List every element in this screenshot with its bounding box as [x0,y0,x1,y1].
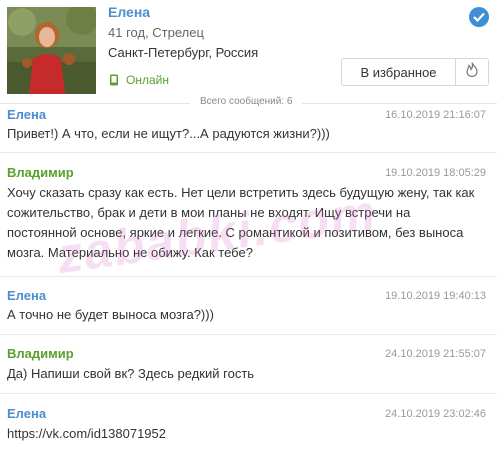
profile-header: Елена 41 год, Стрелец Санкт-Петербург, Р… [0,0,497,104]
message-text[interactable]: https://vk.com/id138071952 [7,424,477,444]
online-label: Онлайн [126,73,169,87]
message-author[interactable]: Елена [7,288,46,303]
online-status: Онлайн [108,73,169,87]
avatar[interactable] [7,7,96,94]
profile-location: Санкт-Петербург, Россия [108,45,259,60]
message-divider [0,393,497,394]
message-author[interactable]: Владимир [7,165,74,180]
message-divider [0,152,497,153]
message-text: А точно не будет выноса мозга?))) [7,307,214,322]
profile-age-zodiac: 41 год, Стрелец [108,25,204,40]
fire-button[interactable] [455,58,489,86]
mobile-icon [108,74,120,86]
message-date: 16.10.2019 21:16:07 [385,109,486,121]
message-text: Хочу сказать сразу как есть. Нет цели вс… [7,185,475,260]
profile-name[interactable]: Елена [108,4,150,20]
total-messages: Всего сообщений: 6 [190,96,303,107]
message-text: Да) Напиши свой вк? Здесь редкий гость [7,366,255,381]
add-to-favorites-button[interactable]: В избранное [341,58,456,86]
fire-icon [466,62,478,82]
message-author[interactable]: Елена [7,406,46,421]
message-divider [0,334,497,335]
message-author[interactable]: Елена [7,107,46,122]
message-date: 19.10.2019 19:40:13 [385,290,486,302]
message-text: Привет!) А что, если не ищут?...А радуют… [7,126,330,141]
message-date: 19.10.2019 18:05:29 [385,167,486,179]
message-date: 24.10.2019 21:55:07 [385,348,486,360]
message-author[interactable]: Владимир [7,346,74,361]
checkmark-circle-icon [469,7,489,27]
message-date: 24.10.2019 23:02:46 [385,408,486,420]
message-divider [0,276,497,277]
